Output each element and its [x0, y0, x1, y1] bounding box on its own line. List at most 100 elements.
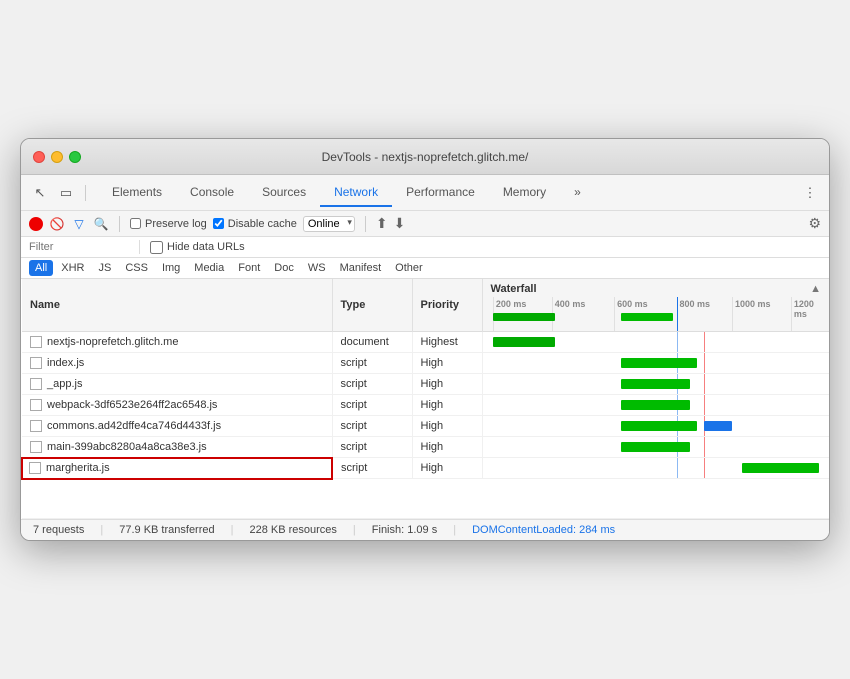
col-header-waterfall[interactable]: Waterfall ▲ 200 ms 400 ms	[482, 279, 829, 331]
finish-time: Finish: 1.09 s	[372, 524, 437, 536]
type-btn-font[interactable]: Font	[232, 260, 266, 276]
table-row[interactable]: webpack-3df6523e264ff2ac6548.js script H…	[22, 394, 829, 415]
wf-red-line	[704, 458, 705, 478]
cell-priority-0: Highest	[412, 331, 482, 352]
waterfall-0	[483, 332, 830, 352]
transferred-size: 77.9 KB transferred	[119, 524, 214, 536]
toolbar-separator	[85, 185, 86, 201]
cell-priority-4: High	[412, 415, 482, 436]
download-icon[interactable]: ⬇	[394, 215, 406, 232]
tab-console[interactable]: Console	[176, 179, 248, 207]
timeline-container: Waterfall ▲ 200 ms 400 ms	[483, 279, 830, 331]
tab-performance[interactable]: Performance	[392, 179, 489, 207]
device-icon[interactable]: ▭	[55, 182, 77, 204]
cell-name-5: main-399abc8280a4a8ca38e3.js	[22, 436, 332, 458]
col-header-priority[interactable]: Priority	[412, 279, 482, 331]
col-header-type[interactable]: Type	[332, 279, 412, 331]
cell-type-4: script	[332, 415, 412, 436]
filter-separator	[139, 240, 140, 254]
preserve-log-label[interactable]: Preserve log	[130, 218, 207, 230]
clear-button[interactable]: 🚫	[49, 216, 65, 232]
type-btn-other[interactable]: Other	[389, 260, 429, 276]
type-filters: All XHR JS CSS Img Media Font Doc WS Man…	[21, 258, 829, 279]
cell-waterfall-2	[482, 373, 829, 394]
table-row[interactable]: index.js script High	[22, 352, 829, 373]
search-icon[interactable]: 🔍	[93, 216, 109, 232]
minimize-button[interactable]	[51, 151, 63, 163]
close-button[interactable]	[33, 151, 45, 163]
devtools-window: DevTools - nextjs-noprefetch.glitch.me/ …	[20, 138, 830, 541]
more-options-icon[interactable]: ⋮	[799, 182, 821, 204]
file-icon-0	[30, 336, 42, 348]
toolbar-separator-3	[365, 216, 366, 232]
type-btn-manifest[interactable]: Manifest	[334, 260, 388, 276]
tabs-container: Elements Console Sources Network Perform…	[98, 179, 795, 206]
dom-content-loaded: DOMContentLoaded: 284 ms	[472, 524, 615, 536]
wf-red-line	[704, 332, 705, 352]
wf-bar-1	[621, 358, 697, 368]
tab-memory[interactable]: Memory	[489, 179, 560, 207]
cell-waterfall-1	[482, 352, 829, 373]
tab-more[interactable]: »	[560, 179, 595, 207]
disable-cache-label[interactable]: Disable cache	[213, 218, 297, 230]
cell-type-0: document	[332, 331, 412, 352]
table-row[interactable]: _app.js script High	[22, 373, 829, 394]
titlebar: DevTools - nextjs-noprefetch.glitch.me/	[21, 139, 829, 175]
hide-data-urls-label[interactable]: Hide data URLs	[150, 241, 245, 254]
cell-type-1: script	[332, 352, 412, 373]
cell-type-3: script	[332, 394, 412, 415]
waterfall-5	[483, 437, 830, 458]
throttle-select[interactable]: Online	[303, 216, 355, 232]
cell-waterfall-0	[482, 331, 829, 352]
tab-elements[interactable]: Elements	[98, 179, 176, 207]
cell-type-2: script	[332, 373, 412, 394]
table-row[interactable]: main-399abc8280a4a8ca38e3.js script High	[22, 436, 829, 458]
disable-cache-checkbox[interactable]	[213, 218, 224, 229]
type-btn-img[interactable]: Img	[156, 260, 186, 276]
cell-priority-1: High	[412, 352, 482, 373]
wf-blue-line	[677, 458, 678, 478]
type-btn-doc[interactable]: Doc	[268, 260, 300, 276]
tab-sources[interactable]: Sources	[248, 179, 320, 207]
record-button[interactable]	[29, 217, 43, 231]
cell-type-5: script	[332, 436, 412, 458]
maximize-button[interactable]	[69, 151, 81, 163]
table-row[interactable]: commons.ad42dffe4ca746d4433f.js script H…	[22, 415, 829, 436]
preserve-log-checkbox[interactable]	[130, 218, 141, 229]
top-toolbar: ↖ ▭ Elements Console Sources Network Per…	[21, 175, 829, 211]
type-btn-media[interactable]: Media	[188, 260, 230, 276]
network-table: Name Type Priority Waterfall ▲	[21, 279, 829, 519]
settings-icon[interactable]: ⚙	[808, 215, 821, 232]
header-bar-1	[621, 313, 673, 321]
cell-waterfall-5	[482, 436, 829, 458]
resources-size: 228 KB resources	[249, 524, 336, 536]
wf-bar-6	[742, 463, 818, 473]
type-btn-css[interactable]: CSS	[119, 260, 154, 276]
table-row[interactable]: nextjs-noprefetch.glitch.me document Hig…	[22, 331, 829, 352]
cursor-icon[interactable]: ↖	[29, 182, 51, 204]
tick-blue: 800 ms	[677, 297, 711, 331]
upload-icon[interactable]: ⬆	[376, 215, 388, 232]
type-btn-xhr[interactable]: XHR	[55, 260, 90, 276]
main-content: Name Type Priority Waterfall ▲	[21, 279, 829, 519]
filter-icon[interactable]: ▽	[71, 216, 87, 232]
table-row-highlighted[interactable]: margherita.js script High	[22, 458, 829, 479]
file-icon-5	[30, 441, 42, 453]
file-icon-6	[29, 462, 41, 474]
wf-red-line	[704, 395, 705, 415]
type-btn-ws[interactable]: WS	[302, 260, 332, 276]
wf-bar-5	[621, 442, 690, 452]
cell-name-2: _app.js	[22, 373, 332, 394]
tab-network[interactable]: Network	[320, 179, 392, 207]
type-btn-all[interactable]: All	[29, 260, 53, 276]
sort-arrow-icon: ▲	[810, 283, 821, 295]
filter-input[interactable]	[29, 241, 129, 253]
waterfall-4	[483, 416, 830, 436]
throttle-wrapper: Online	[303, 216, 355, 232]
col-header-name[interactable]: Name	[22, 279, 332, 331]
tick-1: 400 ms	[552, 297, 586, 331]
type-btn-js[interactable]: JS	[92, 260, 117, 276]
wf-bar-3	[621, 400, 690, 410]
hide-data-urls-checkbox[interactable]	[150, 241, 163, 254]
window-title: DevTools - nextjs-noprefetch.glitch.me/	[322, 150, 529, 164]
